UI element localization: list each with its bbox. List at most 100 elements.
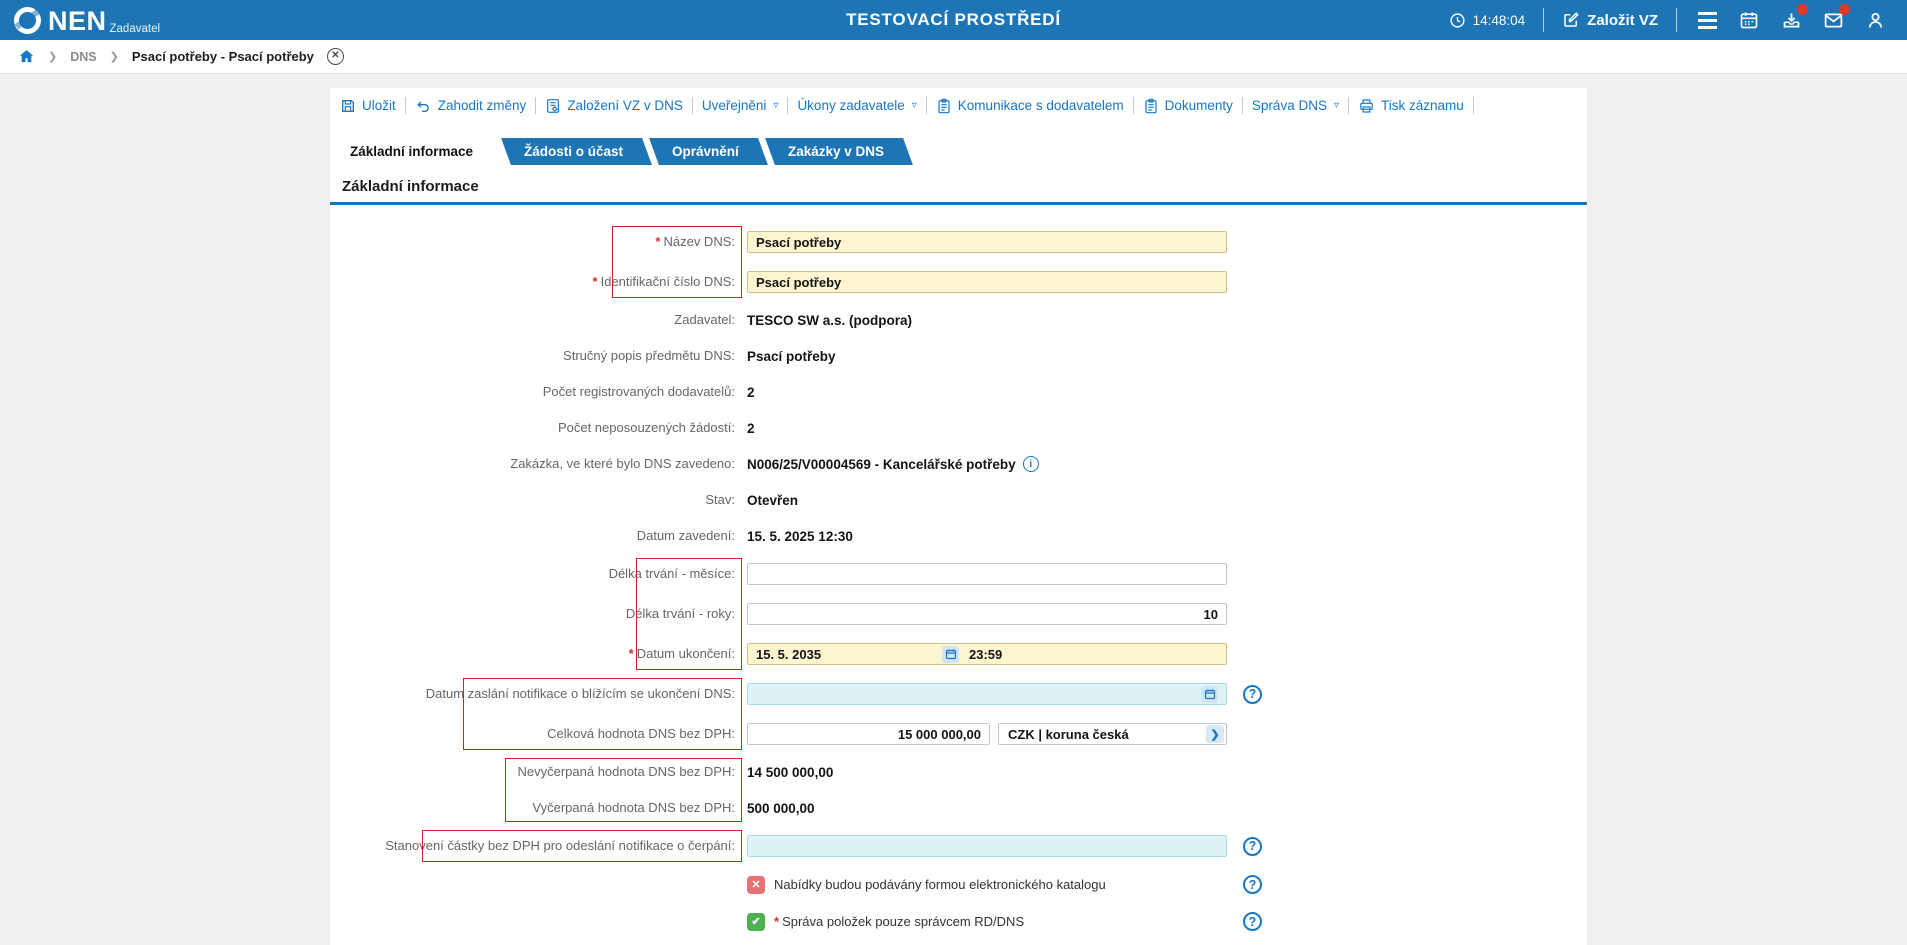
tab-opravneni[interactable]: Oprávnění <box>649 138 768 165</box>
calendar-button[interactable] <box>1737 8 1761 32</box>
calendar-picker-icon[interactable] <box>1201 685 1218 703</box>
checkbox-label: * Správa položek pouze správcem RD/DNS <box>774 914 1025 929</box>
stanoveni-castky-input[interactable] <box>747 835 1227 857</box>
required-name-group: * Název DNS: Psací potřeby * Identifikační… <box>330 226 1587 298</box>
datum-notifikace-input[interactable] <box>747 683 1227 705</box>
form-row: * Název DNS: Psací potřeby <box>330 231 1587 253</box>
chevron-down-icon: ▿ <box>1333 100 1339 111</box>
chevron-right-icon: ❯ <box>48 51 58 63</box>
stav-value: Otevřen <box>747 492 799 508</box>
content-card: Uložit Zahodit změny Založení VZ v DNS U… <box>330 88 1587 945</box>
menu-button[interactable] <box>1695 8 1719 32</box>
create-vz-button[interactable]: Založit VZ <box>1562 11 1658 29</box>
form-row: ✕ Nabídky budou podávány formou elektron… <box>330 875 1587 894</box>
form-row: Zakázka, ve které bylo DNS zavedeno: N00… <box>330 455 1587 473</box>
divider <box>1132 97 1134 114</box>
home-icon[interactable] <box>18 48 35 65</box>
contracting-actions-menu[interactable]: Úkony zadavatele ▿ <box>797 98 916 113</box>
checkbox-checked-icon[interactable]: ✔ <box>747 912 765 931</box>
form-row: Počet registrovaných dodavatelů: 2 <box>330 383 1587 401</box>
datum-zavedeni-value: 15. 5. 2025 12:30 <box>747 528 853 544</box>
form-row: * Identifikační číslo DNS: Psací potřeby <box>330 271 1587 293</box>
top-header-bar: NEN Zadavatel TESTOVACÍ PROSTŘEDÍ 14:48:… <box>0 0 1907 40</box>
clock: 14:48:04 <box>1449 12 1525 29</box>
clock-icon <box>1450 12 1465 28</box>
publication-menu[interactable]: Uveřejněni ▿ <box>702 98 779 113</box>
form-row: Stručný popis předmětu DNS: Psací potřeb… <box>330 347 1587 365</box>
duration-group: Délka trvání - měsíce: Délka trvání - ro… <box>330 558 1587 670</box>
delka-trvani-mesice-input[interactable] <box>747 563 1227 585</box>
datum-ukonceni-input[interactable]: 15. 5. 2035 23:59 <box>747 643 1227 665</box>
downloads-button[interactable] <box>1779 4 1808 32</box>
document-gear-icon <box>547 98 560 113</box>
nazev-dns-input[interactable]: Psací potřeby <box>747 231 1227 253</box>
delka-trvani-roky-input[interactable]: 10 <box>747 603 1227 625</box>
help-icon[interactable]: ? <box>1243 836 1262 856</box>
divider <box>535 97 537 114</box>
divider <box>1347 97 1349 114</box>
field-label: Datum zaslání notifikace o blížícím se u… <box>425 686 735 701</box>
field-label: Délka trvání - roky: <box>625 606 735 621</box>
drawn-value-group: Nevyčerpaná hodnota DNS bez DPH: 14 500 … <box>330 758 1587 822</box>
user-profile-button[interactable] <box>1863 8 1887 32</box>
field-label: Nevyčerpaná hodnota DNS bez DPH: <box>517 764 735 779</box>
identifikacni-cislo-input[interactable]: Psací potřeby <box>747 271 1227 293</box>
field-label: Stav: <box>705 492 735 507</box>
discard-icon <box>416 101 429 112</box>
pencil-square-icon <box>1564 12 1579 27</box>
field-label: Datum zavedení: <box>636 528 735 543</box>
checkbox-unchecked-icon[interactable]: ✕ <box>747 875 765 894</box>
chevron-right-icon[interactable]: ❯ <box>1206 725 1224 743</box>
form-row: Datum zaslání notifikace o blížícím se u… <box>330 683 1587 705</box>
form-row: Délka trvání - roky: 10 <box>330 603 1587 625</box>
tab-zakazky-v-dns[interactable]: Zakázky v DNS <box>764 138 913 165</box>
field-label: Počet registrovaných dodavatelů: <box>542 384 735 399</box>
tab-strip: Základní informace Žádosti o účast Opráv… <box>335 138 1587 165</box>
documents-button[interactable]: Dokumenty <box>1143 98 1233 114</box>
tab-zadosti-o-ucast[interactable]: Žádosti o účast <box>501 138 652 165</box>
info-icon[interactable]: i <box>1022 456 1039 472</box>
breadcrumb-item-dns[interactable]: DNS <box>70 50 96 64</box>
zakazka-value: N006/25/V00004569 - Kancelářské potřeby … <box>747 456 1039 472</box>
field-label: Počet neposouzených žádostí: <box>557 420 735 435</box>
celkova-hodnota-input[interactable]: 15 000 000,00 <box>747 723 990 745</box>
zadavatel-value: TESCO SW a.s. (podpora) <box>747 312 913 328</box>
printer-icon <box>1360 98 1373 113</box>
pocet-dodavatelu-value: 2 <box>747 384 755 400</box>
help-icon[interactable]: ? <box>1243 875 1262 894</box>
form-row: Zadavatel: TESCO SW a.s. (podpora) <box>330 311 1587 329</box>
field-label: Vyčerpaná hodnota DNS bez DPH: <box>532 800 735 815</box>
dns-administration-menu[interactable]: Správa DNS ▿ <box>1252 98 1339 113</box>
discard-changes-button[interactable]: Zahodit změny <box>415 98 526 114</box>
divider <box>1472 97 1474 114</box>
save-button[interactable]: Uložit <box>340 98 396 114</box>
topbar-actions: 14:48:04 Založit VZ <box>1449 4 1907 32</box>
divider <box>404 97 406 114</box>
field-label: Délka trvání - měsíce: <box>608 566 735 581</box>
supplier-communication-button[interactable]: Komunikace s dodavatelem <box>936 98 1124 114</box>
form-row: Vyčerpaná hodnota DNS bez DPH: 500 000,0… <box>330 799 1587 817</box>
notification-badge <box>1797 4 1808 15</box>
field-label: Zadavatel: <box>674 312 735 327</box>
form-row: ✔ * Správa položek pouze správcem RD/DNS … <box>330 912 1587 931</box>
field-label: * Název DNS: <box>655 234 735 249</box>
basic-info-form: * Název DNS: Psací potřeby * Identifikační… <box>330 226 1587 931</box>
tab-zakladni-informace[interactable]: Základní informace <box>335 138 504 165</box>
form-row: Datum zavedení: 15. 5. 2025 12:30 <box>330 527 1587 545</box>
form-row: Celková hodnota DNS bez DPH: 15 000 000,… <box>330 723 1587 745</box>
help-icon[interactable]: ? <box>1243 684 1262 704</box>
field-label: Stručný popis předmětu DNS: <box>563 348 735 363</box>
field-label: Zakázka, ve které bylo DNS zavedeno: <box>510 456 735 471</box>
calendar-picker-icon[interactable] <box>942 645 959 663</box>
messages-button[interactable] <box>1821 4 1850 32</box>
breadcrumb-item-current: Psací potřeby - Psací potřeby <box>131 49 314 64</box>
print-record-button[interactable]: Tisk záznamu <box>1358 98 1464 114</box>
help-icon[interactable]: ? <box>1243 912 1262 931</box>
strucny-popis-value: Psací potřeby <box>747 348 836 364</box>
currency-select[interactable]: CZK | koruna česká ❯ <box>998 723 1227 745</box>
vycerpana-hodnota-value: 500 000,00 <box>747 800 815 816</box>
create-vz-in-dns-button[interactable]: Založení VZ v DNS <box>545 98 683 114</box>
chevron-right-icon: ❯ <box>109 51 119 63</box>
nevycerpana-hodnota-value: 14 500 000,00 <box>747 764 834 780</box>
close-tab-icon[interactable]: ✕ <box>326 48 344 65</box>
